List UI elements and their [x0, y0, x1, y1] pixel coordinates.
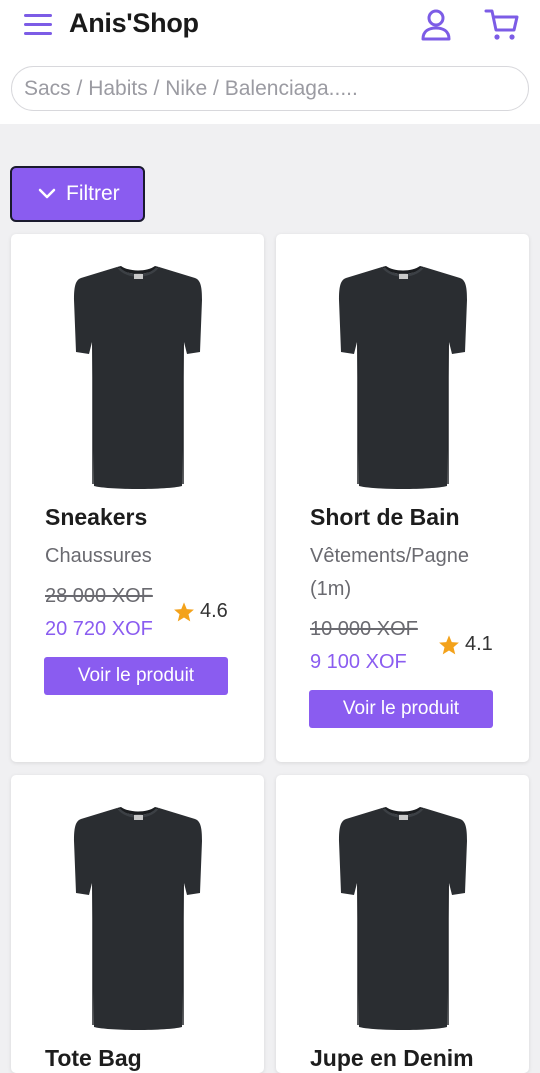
- view-product-button[interactable]: Voir le produit: [44, 657, 228, 695]
- product-old-price: 28 000 XOF: [45, 585, 153, 607]
- view-product-button[interactable]: Voir le produit: [309, 690, 493, 728]
- rating-value: 4.6: [200, 600, 228, 622]
- star-icon: [173, 601, 195, 623]
- product-price: 9 100 XOF: [310, 651, 407, 673]
- brand-title: Anis'Shop: [69, 8, 199, 38]
- rating-value: 4.1: [465, 633, 493, 655]
- product-name: Tote Bag: [45, 1045, 142, 1071]
- product-category: Vêtements/Pagne (1m): [310, 545, 469, 600]
- filter-label: Filtrer: [66, 182, 120, 205]
- product-card[interactable]: Tote Bag: [11, 775, 264, 1073]
- tshirt-icon: [59, 264, 217, 490]
- product-name: Jupe en Denim: [310, 1045, 474, 1071]
- product-name: Sneakers: [45, 504, 148, 530]
- star-icon: [438, 634, 460, 656]
- tshirt-icon: [324, 264, 482, 490]
- chevron-down-icon: [38, 188, 56, 199]
- user-account-icon[interactable]: [420, 8, 452, 42]
- product-rating: 4.6: [173, 600, 228, 623]
- product-card[interactable]: Sneakers Chaussures 28 000 XOF 20 720 XO…: [11, 234, 264, 762]
- product-card[interactable]: Jupe en Denim: [276, 775, 529, 1073]
- product-price: 20 720 XOF: [45, 618, 153, 640]
- product-name: Short de Bain: [310, 504, 460, 530]
- product-rating: 4.1: [438, 633, 493, 656]
- product-category: Chaussures: [45, 545, 152, 567]
- hamburger-menu-icon[interactable]: [24, 12, 54, 38]
- tshirt-icon: [59, 805, 217, 1031]
- product-old-price: 10 000 XOF: [310, 618, 418, 640]
- app-header: Anis'Shop: [0, 0, 540, 124]
- shopping-cart-icon[interactable]: [484, 8, 520, 42]
- filter-button[interactable]: Filtrer: [10, 166, 145, 222]
- search-input[interactable]: [11, 66, 529, 111]
- tshirt-icon: [324, 805, 482, 1031]
- product-card[interactable]: Short de Bain Vêtements/Pagne (1m) 10 00…: [276, 234, 529, 762]
